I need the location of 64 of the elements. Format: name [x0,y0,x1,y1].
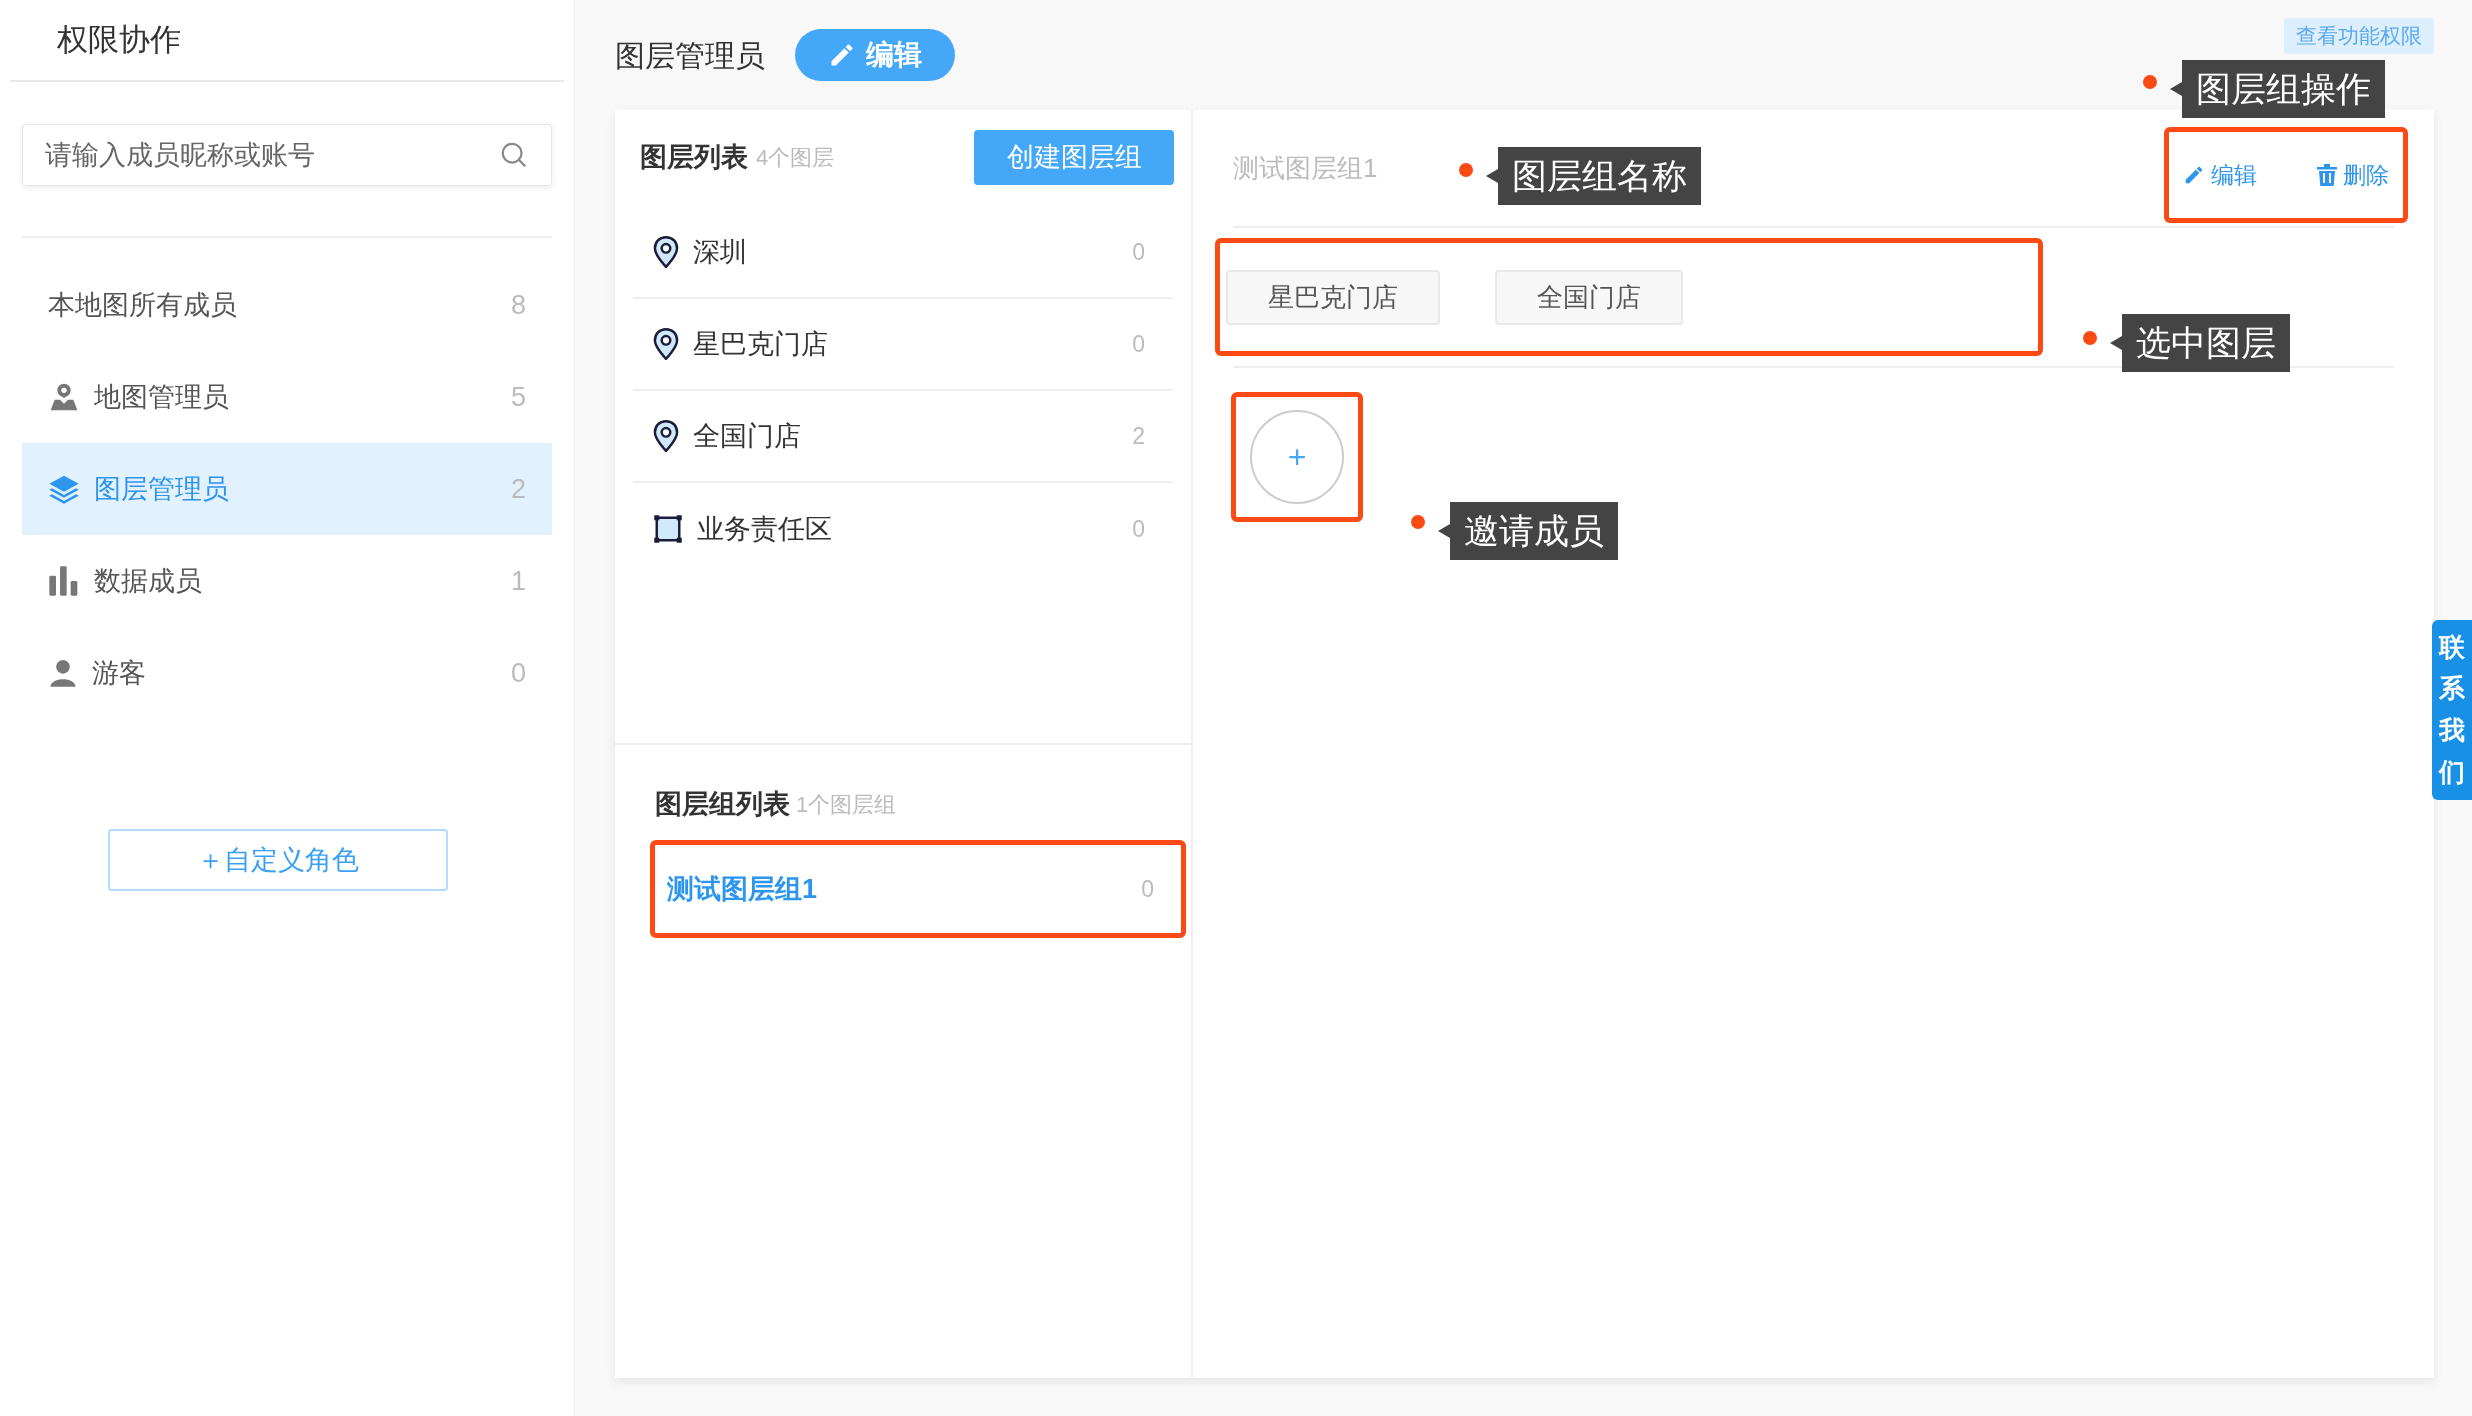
group-item[interactable]: 测试图层组1 0 [650,840,1186,938]
role-count: 1 [510,564,526,598]
person-icon [48,657,78,689]
page-title: 图层管理员 [615,37,765,74]
role-label: 本地图所有成员 [48,288,237,322]
role-item[interactable]: 数据成员 1 [22,535,552,627]
role-item[interactable]: 游客 0 [22,627,552,719]
sidebar-title: 权限协作 [57,20,181,59]
search-icon[interactable] [499,140,529,170]
panel-title: 图层列表 [640,141,748,175]
pencil-icon [2183,164,2205,186]
callout-label: 图层组操作 [2170,60,2385,118]
delete-group-button[interactable]: 删除 [2317,157,2389,193]
layer-label: 星巴克门店 [693,327,828,361]
layer-item[interactable]: 深圳 0 [633,207,1173,299]
panel-title: 图层组列表 [655,788,790,822]
layer-label: 深圳 [693,235,747,269]
role-label: 游客 [92,656,146,690]
layer-label: 全国门店 [693,419,801,453]
contact-tab[interactable]: 联系我们 [2432,620,2472,800]
map-pin-icon [653,328,679,360]
group-name: 测试图层组1 [1233,151,1378,185]
role-label: 数据成员 [94,564,202,598]
edit-group-button[interactable]: 编辑 [2183,157,2257,193]
callout-label: 图层组名称 [1486,147,1701,205]
layer-count: 2 [1132,421,1145,451]
role-item[interactable]: 地图管理员 5 [22,351,552,443]
add-role-button[interactable]: ＋自定义角色 [108,829,448,891]
map-pin-icon [653,420,679,452]
callout-label: 邀请成员 [1438,502,1618,560]
role-count: 2 [510,472,526,506]
layer-count: 0 [1132,514,1145,544]
edit-button[interactable]: 编辑 [795,29,955,81]
callout-label: 选中图层 [2110,314,2290,372]
map-pin-icon [653,236,679,268]
search-field[interactable]: 请输入成员昵称或账号 [22,124,552,186]
role-count: 5 [510,380,526,414]
panel-subtitle: 4个图层 [756,144,835,172]
bar-chart-icon [48,565,80,597]
layer-label: 业务责任区 [697,512,832,546]
role-count: 8 [510,288,526,322]
permissions-button[interactable]: 查看功能权限 [2284,18,2434,54]
group-label: 测试图层组1 [667,872,818,906]
group-count: 0 [1141,874,1154,904]
invite-button[interactable]: + [1250,410,1344,504]
layer-item[interactable]: 业务责任区 0 [633,483,1173,575]
role-count: 0 [510,656,526,690]
layer-item[interactable]: 星巴克门店 0 [633,299,1173,391]
panel-subtitle: 1个图层组 [796,791,897,819]
layers-icon [48,473,80,505]
area-icon [653,514,683,544]
layer-item[interactable]: 全国门店 2 [633,391,1173,483]
trash-icon [2317,164,2337,186]
role-label: 地图管理员 [94,380,229,414]
search-input[interactable]: 请输入成员昵称或账号 [45,134,499,176]
role-label: 图层管理员 [94,472,229,506]
user-pin-icon [48,381,80,413]
layer-tag: 全国门店 [1495,269,1683,325]
role-item[interactable]: 本地图所有成员 8 [22,259,552,351]
create-group-button[interactable]: 创建图层组 [974,130,1174,185]
layer-count: 0 [1132,237,1145,267]
layer-tag: 星巴克门店 [1226,269,1440,325]
layer-count: 0 [1132,329,1145,359]
role-item[interactable]: 图层管理员 2 [22,443,552,535]
